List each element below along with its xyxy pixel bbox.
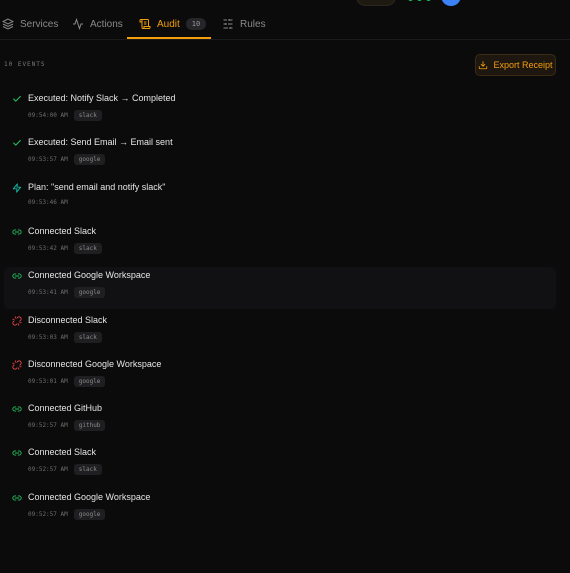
scroll-icon (139, 19, 151, 29)
check-icon (12, 94, 22, 104)
event-meta: 09:53:03 AM slack (28, 331, 102, 343)
event-time: 09:53:01 AM (28, 377, 68, 385)
layers-icon (2, 18, 14, 30)
event-meta: 09:54:00 AM slack (28, 110, 102, 121)
tab-label: Services (20, 18, 59, 30)
activity-icon (73, 18, 83, 30)
event-time: 09:52:57 AM (28, 510, 68, 518)
event-row: Plan: "send email and notify slack" 09:5… (4, 179, 556, 221)
sliders-icon (223, 19, 233, 29)
event-time: 09:52:57 AM (28, 422, 68, 430)
export-receipt-button[interactable]: Export Receipt (475, 54, 556, 76)
service-tag: google (73, 375, 106, 387)
event-title: Connected Google Workspace (28, 491, 151, 502)
tab-rules[interactable]: Rules (222, 8, 266, 40)
event-row: Connected Slack 09:52:57 AM slack (4, 444, 556, 486)
event-time: 09:53:57 AM (28, 156, 68, 164)
tab-audit[interactable]: Audit 10 (139, 8, 207, 40)
event-row: Connected Slack 09:53:42 AM slack (4, 223, 556, 265)
events-count: 10 EVENTS (4, 61, 46, 68)
top-bar: ⌄ (0, 0, 570, 8)
event-title: Executed: Notify Slack → Completed (28, 93, 176, 103)
event-row: Disconnected Slack 09:53:03 AM slack (4, 312, 556, 354)
export-label: Export Receipt (493, 60, 553, 70)
tab-actions[interactable]: Actions (72, 8, 123, 40)
service-tag: google (73, 154, 106, 166)
event-title: Disconnected Google Workspace (28, 358, 162, 369)
check-icon (12, 138, 22, 148)
event-meta: 09:53:57 AM google (28, 154, 106, 166)
event-title: Executed: Send Email → Email sent (28, 137, 173, 148)
event-title: Disconnected Slack (28, 314, 108, 325)
link-icon (12, 493, 22, 503)
event-meta: 09:52:57 AM github (28, 420, 106, 432)
event-row: Disconnected Google Workspace 09:53:01 A… (4, 356, 556, 398)
event-meta: 09:53:01 AM google (28, 375, 106, 387)
event-row: Executed: Send Email → Email sent 09:53:… (4, 134, 556, 176)
event-time: 09:54:00 AM (28, 112, 68, 119)
service-tag: slack (73, 110, 102, 121)
event-title: Connected GitHub (28, 403, 103, 414)
service-tag: google (73, 287, 106, 299)
event-title: Connected Google Workspace (28, 270, 151, 281)
tab-bar: Services Actions Audit 10 Rules (0, 8, 570, 40)
download-icon (479, 61, 488, 70)
event-time: 09:53:42 AM (28, 244, 68, 252)
event-meta: 09:52:57 AM slack (28, 464, 102, 476)
zap-icon (12, 182, 22, 193)
active-tab-indicator (127, 37, 211, 39)
event-title: Connected Slack (28, 225, 97, 236)
event-row: Connected Google Workspace 09:53:41 AM g… (4, 267, 556, 310)
unlink-icon (12, 360, 22, 370)
service-tag: google (73, 508, 106, 520)
unlink-icon (12, 315, 22, 326)
event-time: 09:53:46 AM (28, 198, 68, 206)
event-row: Executed: Notify Slack → Completed 09:54… (4, 90, 556, 132)
status-pill[interactable] (356, 0, 396, 6)
event-title: Connected Slack (28, 447, 97, 458)
service-tag: slack (73, 464, 102, 476)
event-row: Connected GitHub 09:52:57 AM github (4, 400, 556, 442)
link-icon (12, 227, 22, 237)
event-meta: 09:52:57 AM google (28, 508, 106, 520)
count-badge: 10 (185, 18, 207, 30)
link-icon (12, 404, 22, 414)
event-meta: 09:53:46 AM (28, 199, 68, 206)
tab-label: Rules (240, 18, 266, 30)
status-dots (408, 0, 431, 1)
service-tag: github (73, 420, 106, 432)
tab-label: Actions (90, 18, 123, 30)
event-title: Plan: "send email and notify slack" (28, 181, 166, 192)
chevron-down-icon[interactable]: ⌄ (538, 0, 546, 3)
service-tag: slack (73, 331, 102, 343)
link-icon (12, 448, 22, 458)
avatar[interactable] (441, 0, 461, 6)
event-time: 09:53:03 AM (28, 333, 68, 341)
event-time: 09:53:41 AM (28, 289, 68, 297)
event-row: Connected Google Workspace 09:52:57 AM g… (4, 489, 556, 531)
service-tag: slack (73, 242, 102, 254)
tab-services[interactable]: Services (2, 8, 58, 40)
link-icon (12, 271, 22, 281)
event-meta: 09:53:42 AM slack (28, 242, 102, 254)
event-time: 09:52:57 AM (28, 466, 68, 474)
event-meta: 09:53:41 AM google (28, 287, 106, 299)
tab-label: Audit (157, 18, 180, 30)
